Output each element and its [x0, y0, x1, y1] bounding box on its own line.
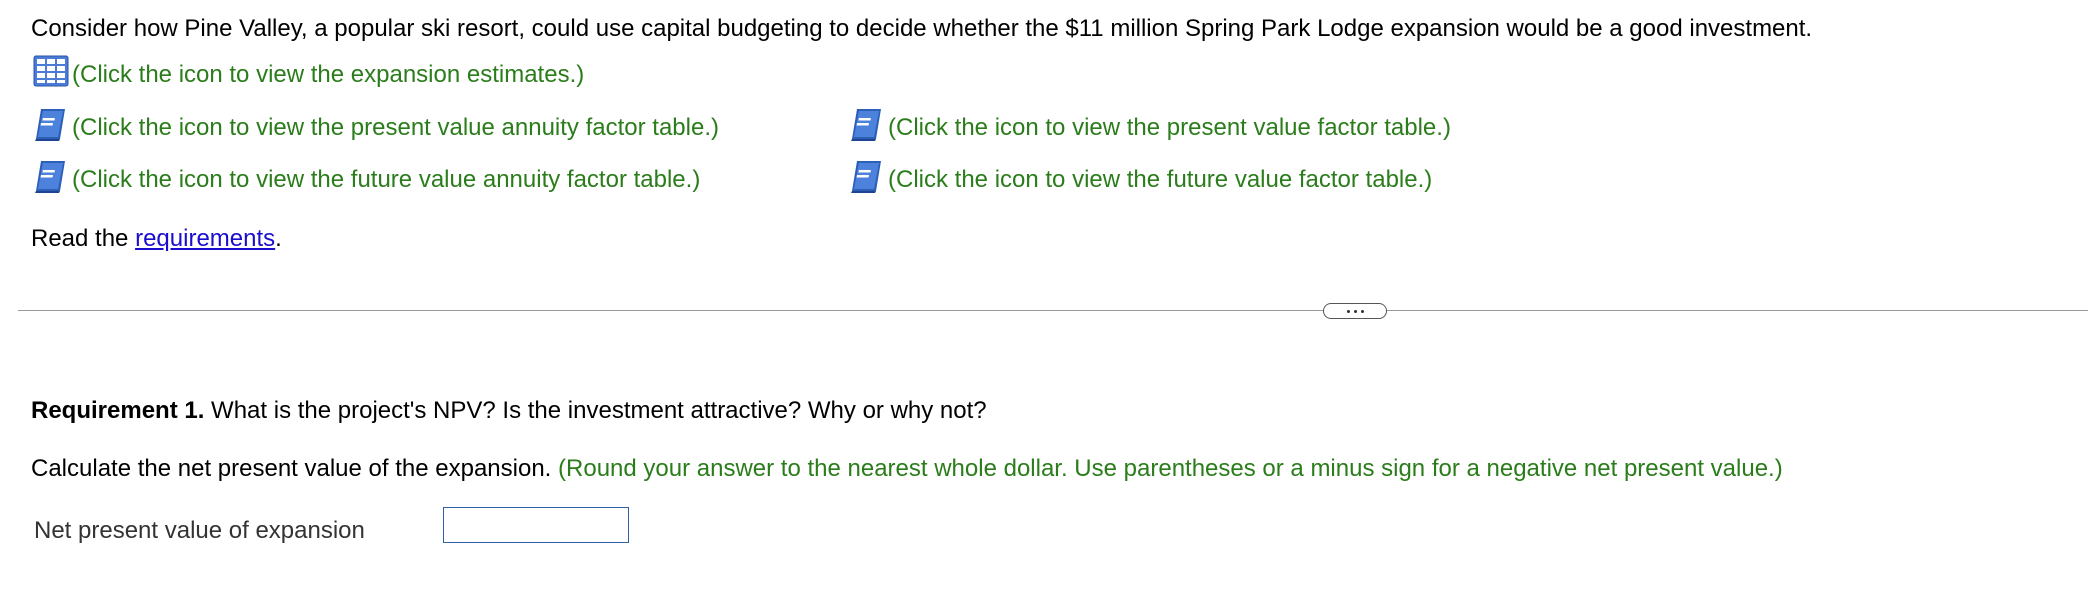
- calc-text: Calculate the net present value of the e…: [31, 455, 559, 482]
- calc-hint: (Round your answer to the nearest whole …: [558, 455, 1783, 482]
- requirements-link[interactable]: requirements: [135, 225, 275, 252]
- more-options-button[interactable]: [1323, 303, 1387, 319]
- section-divider: [18, 310, 2088, 311]
- pv-table-text: (Click the icon to view the present valu…: [888, 114, 1451, 141]
- requirement-1-text: What is the project's NPV? Is the invest…: [204, 397, 987, 424]
- npv-input[interactable]: [443, 507, 629, 543]
- pv-annuity-table-link[interactable]: (Click the icon to view the present valu…: [33, 106, 719, 150]
- read-prefix: Read the: [31, 225, 136, 252]
- fv-table-text: (Click the icon to view the future value…: [888, 166, 1433, 193]
- npv-label: Net present value of expansion: [34, 517, 365, 544]
- ellipsis-dot-icon: [1353, 309, 1357, 313]
- fv-table-link[interactable]: (Click the icon to view the future value…: [849, 158, 1432, 202]
- book-icon[interactable]: [33, 106, 69, 150]
- ellipsis-dot-icon: [1360, 309, 1364, 313]
- table-grid-icon[interactable]: [33, 55, 69, 95]
- requirement-1-label: Requirement 1.: [31, 397, 205, 424]
- question-intro: Consider how Pine Valley, a popular ski …: [31, 15, 1813, 42]
- fv-annuity-table-text: (Click the icon to view the future value…: [72, 166, 701, 193]
- pv-annuity-table-text: (Click the icon to view the present valu…: [72, 114, 719, 141]
- requirement-1: Requirement 1. What is the project's NPV…: [31, 396, 987, 426]
- ellipsis-dot-icon: [1346, 309, 1350, 313]
- fv-annuity-table-link[interactable]: (Click the icon to view the future value…: [33, 158, 700, 202]
- expansion-estimates-link[interactable]: (Click the icon to view the expansion es…: [33, 55, 584, 95]
- read-requirements-line: Read the requirements.: [31, 224, 282, 254]
- expansion-estimates-text: (Click the icon to view the expansion es…: [72, 61, 585, 88]
- book-icon[interactable]: [849, 106, 885, 150]
- book-icon[interactable]: [849, 158, 885, 202]
- book-icon[interactable]: [33, 158, 69, 202]
- pv-table-link[interactable]: (Click the icon to view the present valu…: [849, 106, 1451, 150]
- read-suffix: .: [275, 225, 282, 252]
- calculation-instruction: Calculate the net present value of the e…: [31, 454, 1783, 484]
